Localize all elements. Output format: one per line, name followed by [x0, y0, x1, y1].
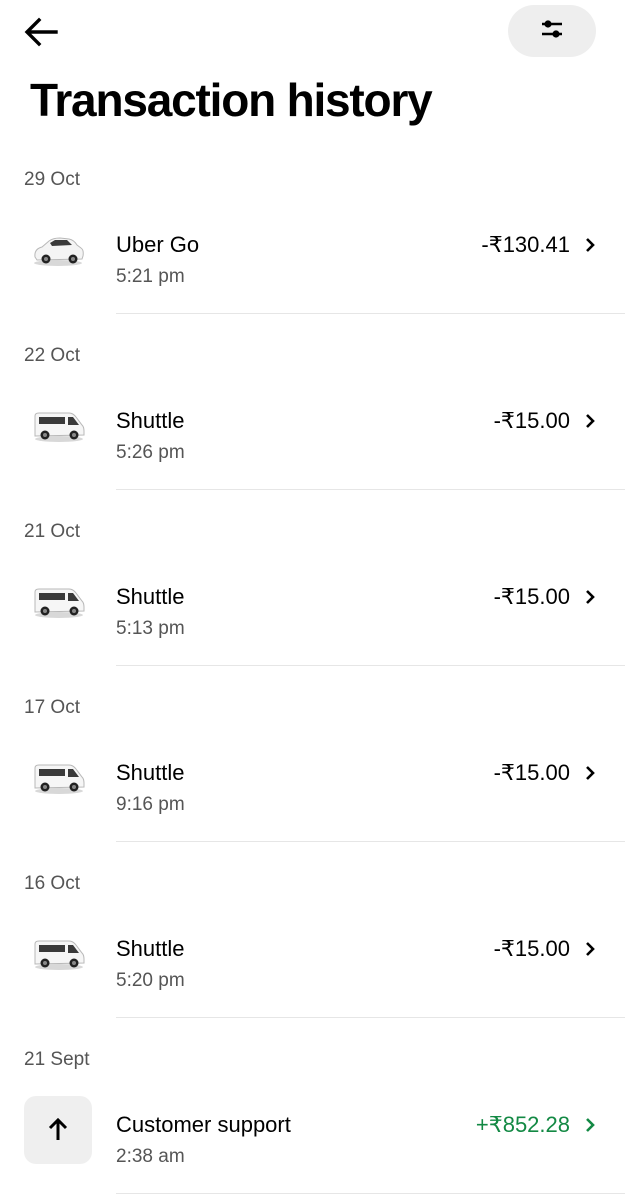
transaction-row[interactable]: Shuttle 5:26 pm -₹15.00: [0, 380, 625, 490]
shuttle-van-icon: [24, 568, 92, 636]
transaction-time: 5:26 pm: [116, 442, 185, 463]
car-icon: [24, 216, 92, 284]
transaction-time: 5:20 pm: [116, 970, 185, 991]
sliders-icon: [540, 18, 564, 45]
filter-button[interactable]: [508, 5, 596, 57]
chevron-right-icon: [581, 939, 599, 959]
shuttle-van-icon: [24, 920, 92, 988]
transaction-time: 2:38 am: [116, 1146, 185, 1167]
arrow-left-icon: [24, 17, 58, 52]
shuttle-van-icon: [24, 392, 92, 460]
date-label: 29 Oct: [24, 169, 80, 190]
date-label: 21 Sept: [24, 1049, 90, 1070]
transaction-amount: -₹130.41: [481, 232, 570, 257]
divider: [116, 489, 625, 490]
date-label: 22 Oct: [24, 345, 80, 366]
date-label: 21 Oct: [24, 521, 80, 542]
transaction-history-screen: Transaction history 29 Oct Uber Go 5:21 …: [0, 0, 625, 1200]
page-title: Transaction history: [30, 74, 433, 126]
date-group: 17 Oct Shuttle 9:16 pm -₹15.00: [0, 688, 625, 864]
transaction-title: Customer support: [116, 1112, 291, 1137]
divider: [116, 313, 625, 314]
date-group: 16 Oct Shuttle 5:20 pm -₹15.00: [0, 864, 625, 1040]
transaction-time: 5:21 pm: [116, 266, 185, 287]
chevron-right-icon: [581, 587, 599, 607]
date-group: 21 Sept Customer support 2:38 am +₹852.2…: [0, 1040, 625, 1200]
shuttle-van-icon: [24, 744, 92, 812]
divider: [116, 1017, 625, 1018]
divider: [116, 665, 625, 666]
date-label: 16 Oct: [24, 873, 80, 894]
transaction-amount: -₹15.00: [493, 584, 570, 609]
transaction-row[interactable]: Uber Go 5:21 pm -₹130.41: [0, 204, 625, 314]
transaction-amount: -₹15.00: [493, 936, 570, 961]
transaction-title: Shuttle: [116, 584, 185, 609]
transaction-row[interactable]: Shuttle 9:16 pm -₹15.00: [0, 732, 625, 842]
transaction-title: Uber Go: [116, 232, 200, 257]
transaction-amount: +₹852.28: [475, 1112, 570, 1137]
chevron-right-icon: [581, 235, 599, 255]
transaction-row[interactable]: Shuttle 5:20 pm -₹15.00: [0, 908, 625, 1018]
divider: [116, 1193, 625, 1194]
transaction-list: 29 Oct Uber Go 5:21 pm -₹130.41 22 Oct S…: [0, 160, 625, 1200]
chevron-right-icon: [581, 763, 599, 783]
date-group: 22 Oct Shuttle 5:26 pm -₹15.00: [0, 336, 625, 512]
back-button[interactable]: [24, 14, 68, 54]
top-bar: [0, 0, 625, 70]
date-label: 17 Oct: [24, 697, 80, 718]
transaction-title: Shuttle: [116, 760, 185, 785]
chevron-right-icon: [581, 411, 599, 431]
divider: [116, 841, 625, 842]
chevron-right-icon: [581, 1115, 599, 1135]
transaction-title: Shuttle: [116, 936, 185, 961]
transaction-amount: -₹15.00: [493, 760, 570, 785]
transaction-row[interactable]: Customer support 2:38 am +₹852.28: [0, 1084, 625, 1194]
transaction-time: 9:16 pm: [116, 794, 185, 815]
transaction-title: Shuttle: [116, 408, 185, 433]
date-group: 29 Oct Uber Go 5:21 pm -₹130.41: [0, 160, 625, 336]
transaction-row[interactable]: Shuttle 5:13 pm -₹15.00: [0, 556, 625, 666]
transaction-amount: -₹15.00: [493, 408, 570, 433]
transaction-time: 5:13 pm: [116, 618, 185, 639]
date-group: 21 Oct Shuttle 5:13 pm -₹15.00: [0, 512, 625, 688]
arrow-up-icon: [24, 1096, 92, 1164]
